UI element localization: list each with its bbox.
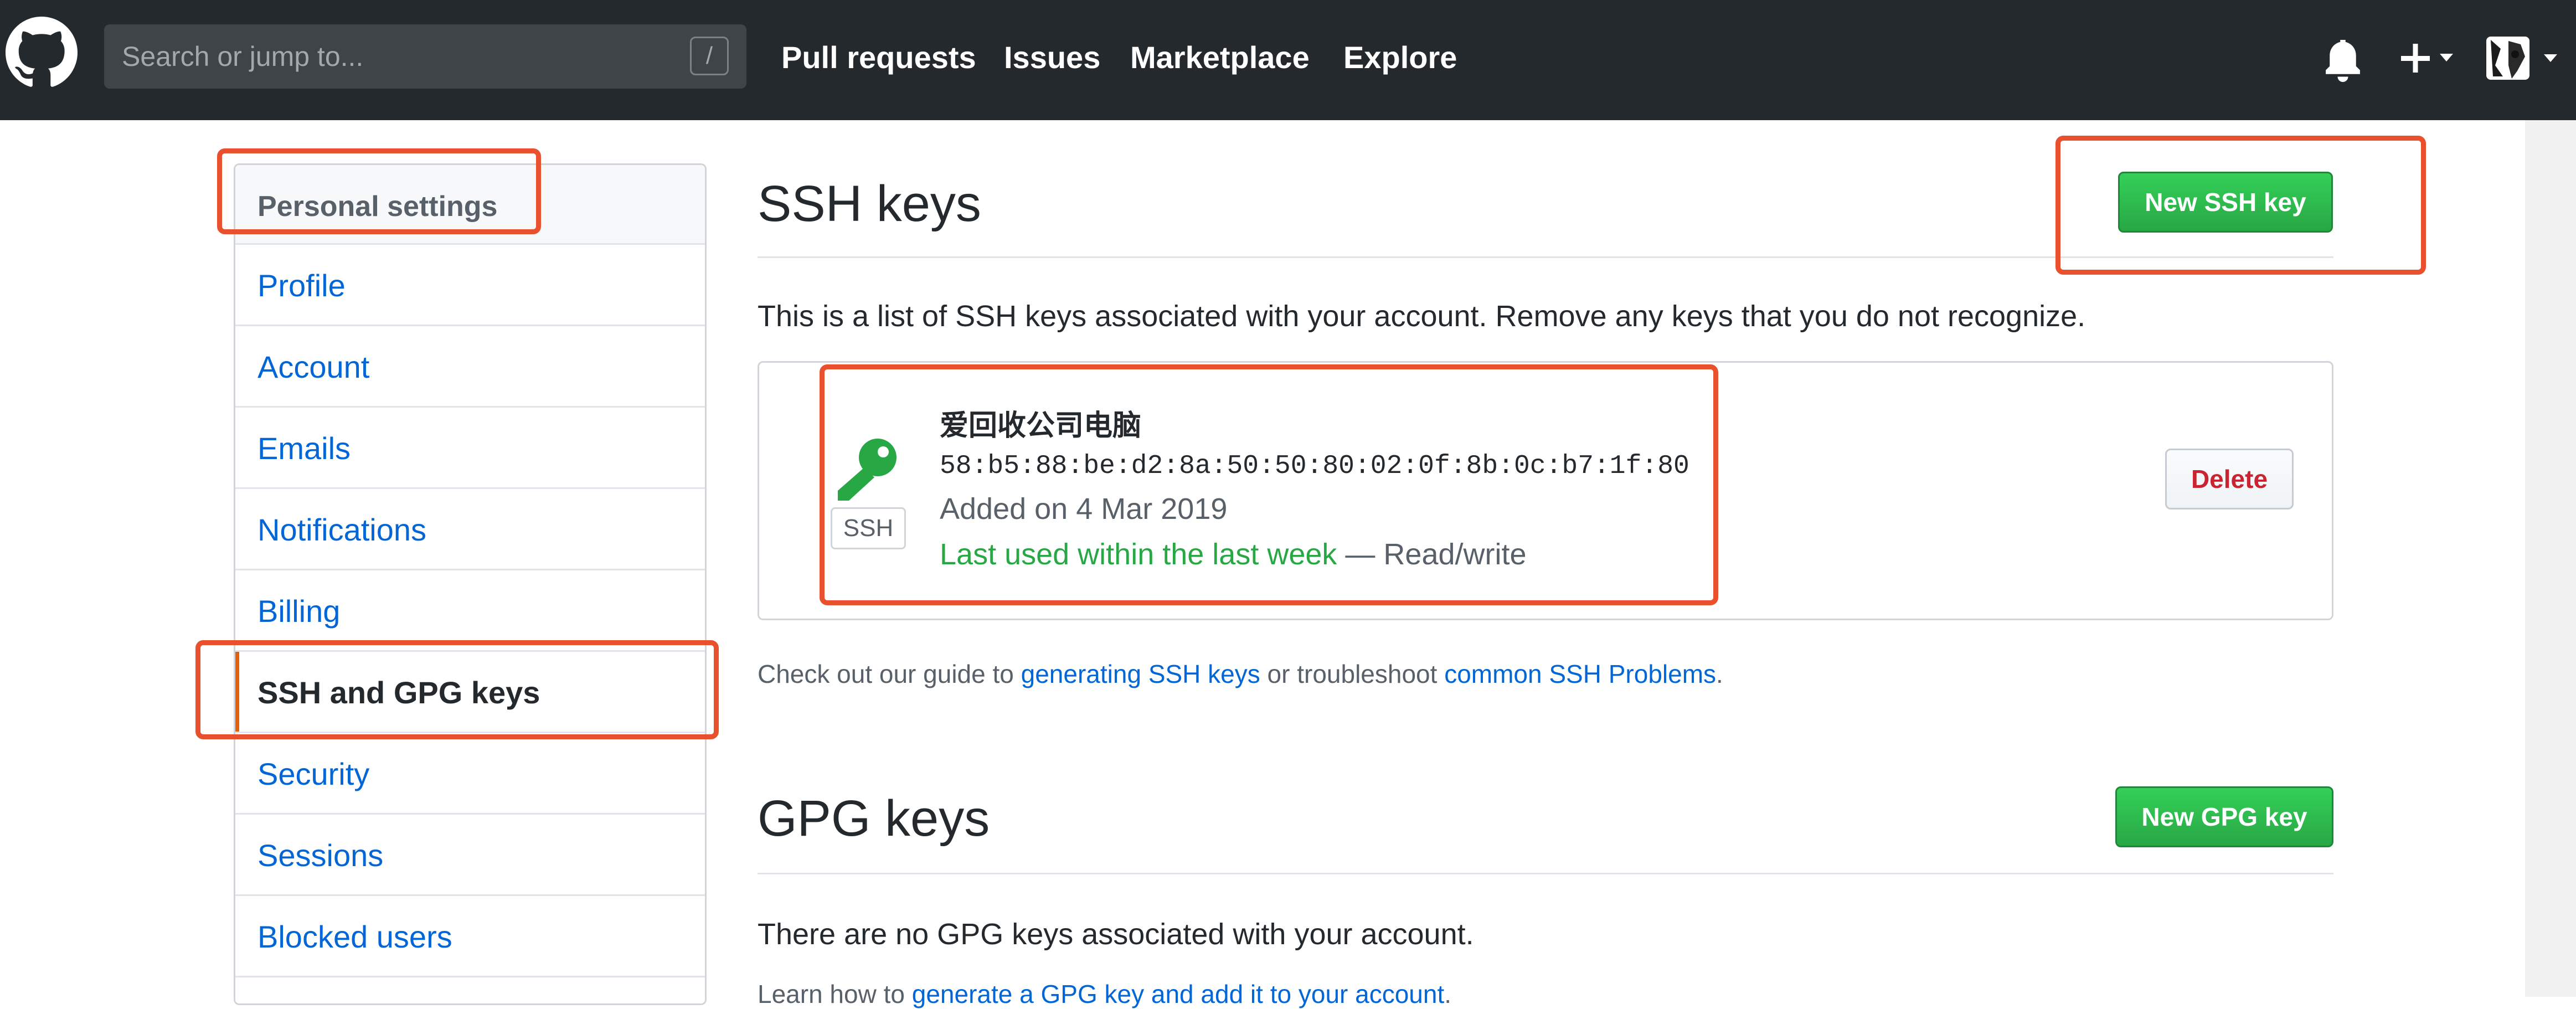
gpg-keys-title: GPG keys: [758, 790, 990, 847]
new-gpg-key-button[interactable]: New GPG key: [2115, 786, 2333, 847]
annotation-box-ssh-key-entry: [820, 364, 1718, 605]
delete-ssh-key-button[interactable]: Delete: [2165, 449, 2294, 509]
user-avatar-dropdown[interactable]: [2486, 32, 2564, 84]
gpg-learn-text: Learn how to generate a GPG key and add …: [758, 979, 1451, 1009]
ssh-description: This is a list of SSH keys associated wi…: [758, 300, 2086, 333]
ssh-guide-suffix: .: [1716, 660, 1723, 688]
nav-pull-requests[interactable]: Pull requests: [781, 0, 976, 120]
sidebar-item-notifications[interactable]: Notifications: [235, 489, 705, 570]
github-logo-icon[interactable]: [6, 17, 78, 89]
sidebar-item-security[interactable]: Security: [235, 733, 705, 815]
annotation-box-personal-settings: [217, 148, 541, 234]
annotation-box-new-ssh-key: [2055, 136, 2426, 275]
gpg-empty-message: There are no GPG keys associated with yo…: [758, 918, 1474, 951]
nav-issues[interactable]: Issues: [1004, 0, 1100, 120]
gpg-title-divider: [758, 873, 2333, 874]
settings-sidebar: Personal settings Profile Account Emails…: [234, 163, 707, 1005]
create-new-plus-icon[interactable]: [2391, 36, 2459, 80]
sidebar-item-emails[interactable]: Emails: [235, 408, 705, 489]
nav-explore[interactable]: Explore: [1343, 0, 1457, 120]
sidebar-item-blocked-users[interactable]: Blocked users: [235, 896, 705, 977]
ssh-guide-text: Check out our guide to generating SSH ke…: [758, 659, 1723, 689]
sidebar-item-profile[interactable]: Profile: [235, 245, 705, 326]
sidebar-item-billing[interactable]: Billing: [235, 570, 705, 652]
sidebar-item-sessions[interactable]: Sessions: [235, 815, 705, 896]
page-scrollbar[interactable]: [2525, 120, 2576, 997]
search-input[interactable]: Search or jump to... /: [104, 24, 746, 89]
search-shortcut-hint: /: [690, 37, 729, 75]
sidebar-item-account[interactable]: Account: [235, 326, 705, 408]
notifications-bell-icon[interactable]: [2323, 40, 2362, 82]
generate-gpg-key-link[interactable]: generate a GPG key and add it to your ac…: [912, 980, 1445, 1008]
annotation-box-ssh-gpg-keys: [195, 640, 719, 739]
top-header: Search or jump to... / Pull requests Iss…: [0, 0, 2576, 120]
search-placeholder: Search or jump to...: [122, 41, 364, 72]
generating-ssh-keys-link[interactable]: generating SSH keys: [1021, 660, 1260, 688]
ssh-guide-middle: or troubleshoot: [1260, 660, 1445, 688]
gpg-learn-suffix: .: [1444, 980, 1452, 1008]
gpg-learn-prefix: Learn how to: [758, 980, 912, 1008]
ssh-keys-title: SSH keys: [758, 176, 981, 232]
nav-marketplace[interactable]: Marketplace: [1130, 0, 1310, 120]
ssh-guide-prefix: Check out our guide to: [758, 660, 1021, 688]
common-ssh-problems-link[interactable]: common SSH Problems: [1444, 660, 1716, 688]
